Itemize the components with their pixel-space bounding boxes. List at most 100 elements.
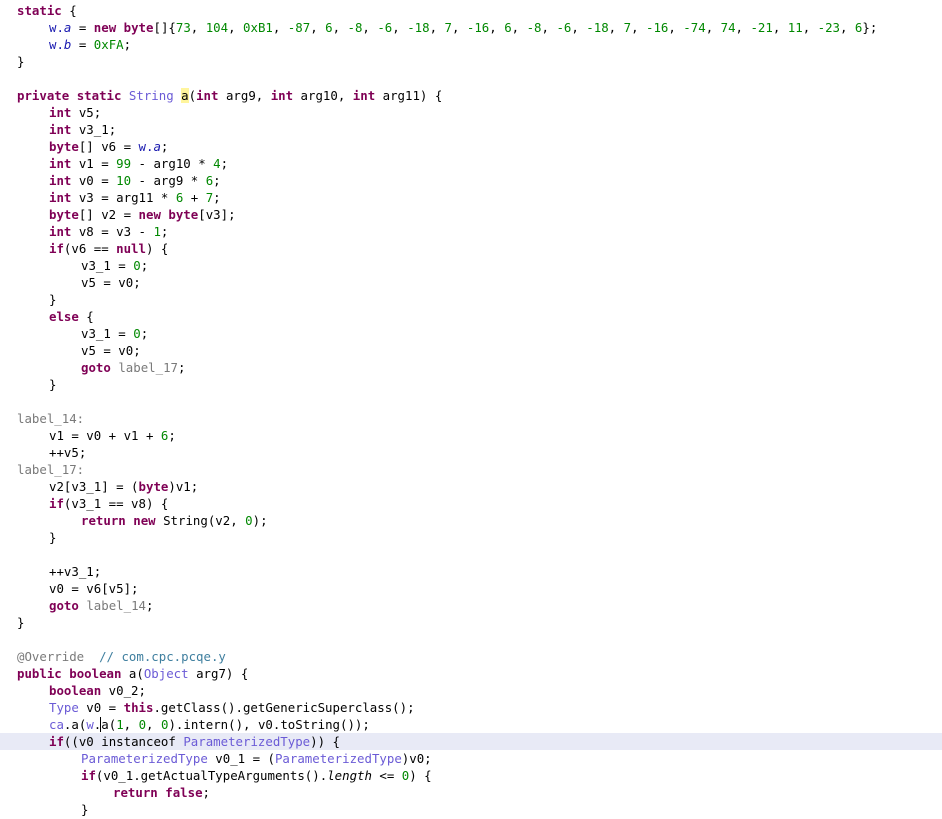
code-line[interactable]: else { <box>0 308 942 325</box>
code-token: + <box>183 190 206 205</box>
code-line[interactable] <box>0 393 942 410</box>
code-token: ; <box>160 224 169 239</box>
code-line[interactable]: byte[] v6 = w.a; <box>0 138 942 155</box>
code-token: ; <box>168 428 176 443</box>
code-token: , <box>608 20 624 35</box>
code-line[interactable] <box>0 631 942 648</box>
code-line[interactable]: } <box>0 376 942 393</box>
code-token: 7 <box>444 20 452 35</box>
code-token: goto <box>49 598 79 613</box>
code-token: , <box>631 20 646 35</box>
code-token: v0 = v6[v5]; <box>49 581 139 596</box>
code-token: int <box>49 156 72 171</box>
code-token: ; <box>213 173 221 188</box>
code-token: 11 <box>787 20 803 35</box>
code-line[interactable]: if(v0_1.getActualTypeArguments().length … <box>0 767 942 784</box>
code-token: new <box>138 207 161 222</box>
code-token: v8 = v3 - <box>71 224 154 239</box>
code-line[interactable]: label_17: <box>0 461 942 478</box>
code-token: byte <box>49 139 79 154</box>
code-line[interactable]: v1 = v0 + v1 + 6; <box>0 427 942 444</box>
code-line[interactable]: int v8 = v3 - 1; <box>0 223 942 240</box>
code-token: ParameterizedType <box>183 734 311 749</box>
code-line[interactable]: return new String(v2, 0); <box>0 512 942 529</box>
code-line[interactable]: } <box>0 801 942 818</box>
code-token: String <box>128 88 174 103</box>
code-line[interactable]: byte[] v2 = new byte[v3]; <box>0 206 942 223</box>
code-token: int <box>49 105 72 120</box>
code-line[interactable]: int v5; <box>0 104 942 121</box>
code-line[interactable] <box>0 546 942 563</box>
code-token: ).intern(), v0.toString()); <box>168 717 370 732</box>
code-line[interactable]: v2[v3_1] = (byte)v1; <box>0 478 942 495</box>
code-line[interactable]: int v1 = 99 - arg10 * 4; <box>0 155 942 172</box>
code-token: arg10, <box>293 88 353 103</box>
code-token: new <box>93 20 117 35</box>
code-line[interactable]: int v3 = arg11 * 6 + 7; <box>0 189 942 206</box>
code-token: static <box>76 88 122 103</box>
code-line[interactable]: v0 = v6[v5]; <box>0 580 942 597</box>
code-line[interactable]: Type v0 = this.getClass().getGenericSupe… <box>0 699 942 716</box>
code-token: if <box>49 241 64 256</box>
code-line[interactable]: if(v3_1 == v8) { <box>0 495 942 512</box>
code-line[interactable]: v5 = v0; <box>0 342 942 359</box>
code-line[interactable]: v3_1 = 0; <box>0 325 942 342</box>
code-token: 74 <box>720 20 736 35</box>
code-line[interactable]: return false; <box>0 784 942 801</box>
code-token: length <box>327 768 372 783</box>
code-token: .getClass().getGenericSuperclass(); <box>153 700 415 715</box>
code-line[interactable]: v5 = v0; <box>0 274 942 291</box>
code-token: , <box>571 20 587 35</box>
code-token: @Override <box>17 649 85 664</box>
code-token: int <box>49 224 72 239</box>
code-token: } <box>49 377 57 392</box>
code-line[interactable]: int v0 = 10 - arg9 * 6; <box>0 172 942 189</box>
code-token: private <box>17 88 70 103</box>
code-line[interactable]: goto label_17; <box>0 359 942 376</box>
code-line[interactable]: int v3_1; <box>0 121 942 138</box>
code-line[interactable]: static { <box>0 2 942 19</box>
code-token: } <box>17 54 25 69</box>
code-line[interactable]: @Override // com.cpc.pcqe.y <box>0 648 942 665</box>
code-line[interactable]: ParameterizedType v0_1 = (ParameterizedT… <box>0 750 942 767</box>
code-token: label_14 <box>86 598 146 613</box>
code-token: ; <box>202 785 211 800</box>
code-token: ) { <box>145 241 169 256</box>
code-line[interactable]: ++v3_1; <box>0 563 942 580</box>
code-token: , <box>840 20 855 35</box>
code-token: { <box>61 3 77 18</box>
code-line[interactable]: boolean v0_2; <box>0 682 942 699</box>
code-line[interactable]: } <box>0 53 942 70</box>
code-line[interactable]: goto label_14; <box>0 597 942 614</box>
code-token: (v6 == <box>63 241 117 256</box>
code-line[interactable]: w.a = new byte[]{73, 104, 0xB1, -87, 6, … <box>0 19 942 36</box>
code-line[interactable]: ca.a(w.a(1, 0, 0).intern(), v0.toString(… <box>0 716 942 733</box>
code-line[interactable]: } <box>0 291 942 308</box>
code-token: []{ <box>153 20 176 35</box>
code-token: ((v0 <box>63 734 102 749</box>
code-token: -87 <box>287 20 311 35</box>
code-token: ; <box>140 326 149 341</box>
code-token: ; <box>146 598 154 613</box>
code-token: 0xB1 <box>243 20 273 35</box>
code-token: 0 <box>133 326 141 341</box>
code-line[interactable]: if(v6 == null) { <box>0 240 942 257</box>
code-token: 0 <box>133 258 141 273</box>
code-line[interactable]: private static String a(int arg9, int ar… <box>0 87 942 104</box>
code-line-current[interactable]: if((v0 instanceof ParameterizedType)) { <box>0 733 942 750</box>
code-line[interactable]: ++v5; <box>0 444 942 461</box>
code-token: } <box>49 530 57 545</box>
code-token: v3_1 = <box>81 326 134 341</box>
code-line[interactable]: } <box>0 529 942 546</box>
code-line[interactable]: v3_1 = 0; <box>0 257 942 274</box>
code-line[interactable]: public boolean a(Object arg7) { <box>0 665 942 682</box>
code-token: public <box>17 666 62 681</box>
code-line[interactable]: label_14: <box>0 410 942 427</box>
code-line[interactable] <box>0 70 942 87</box>
code-line[interactable]: w.b = 0xFA; <box>0 36 942 53</box>
code-line[interactable]: } <box>0 614 942 631</box>
code-editor[interactable]: static {w.a = new byte[]{73, 104, 0xB1, … <box>0 0 942 819</box>
code-token: [] v2 = <box>78 207 139 222</box>
code-token: 73 <box>175 20 191 35</box>
code-token: - arg10 * <box>131 156 214 171</box>
